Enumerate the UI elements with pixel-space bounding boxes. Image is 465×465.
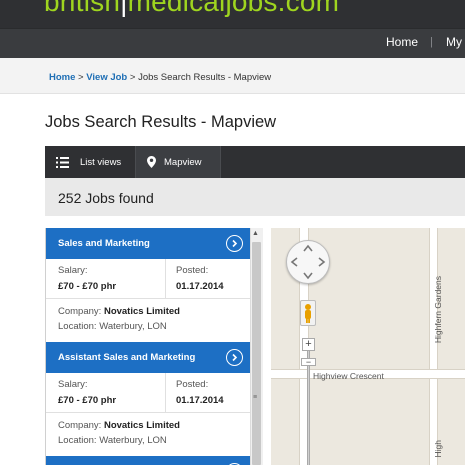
location-value: Waterbury, LON: [99, 321, 167, 332]
location-label: Location:: [58, 435, 97, 446]
logo-text-3: jobs.com: [225, 0, 340, 17]
logo-text-1: british: [44, 0, 121, 17]
map-pin-icon: [147, 156, 156, 168]
company-name: Novatics Limited: [103, 420, 180, 431]
posted-label: Posted:: [176, 265, 209, 276]
map-view[interactable]: Highview Crescent Highfern Gardens High …: [271, 228, 465, 465]
job-title[interactable]: Sales and Marketing: [58, 238, 150, 249]
posted-label: Posted:: [176, 379, 209, 390]
breadcrumb-home[interactable]: Home: [49, 72, 75, 83]
company-label: Company:: [58, 420, 102, 431]
job-title[interactable]: Assistant Sales and Marketing: [58, 352, 195, 363]
page-title: Jobs Search Results - Mapview: [45, 113, 277, 131]
zoom-slider-track[interactable]: [307, 351, 310, 465]
chevron-right-icon[interactable]: [226, 349, 243, 366]
breadcrumb-sep: >: [75, 72, 87, 83]
list-view-button[interactable]: List views: [45, 146, 135, 178]
location-line: Location: Waterbury, LON: [58, 435, 167, 446]
job-details: Salary: £70 - £70 phr Posted: 01.17.2014: [46, 373, 250, 413]
breadcrumb-current: Jobs Search Results - Mapview: [138, 72, 272, 83]
mapview-button[interactable]: Mapview: [136, 146, 220, 178]
salary-label: Salary:: [58, 265, 88, 276]
nav-my-account[interactable]: My: [446, 35, 462, 49]
breadcrumb-sep: >: [127, 72, 139, 83]
salary-value: £70 - £70 phr: [58, 395, 117, 406]
logo-stethoscope-icon: |: [120, 0, 128, 17]
posted-value: 01.17.2014: [176, 395, 224, 406]
scroll-up-arrow-icon[interactable]: ▲: [252, 230, 259, 237]
logo-text-2: medical: [127, 0, 226, 17]
street-view-pegman-icon[interactable]: [300, 300, 316, 326]
site-logo[interactable]: british|medicaljobs.com: [44, 0, 339, 18]
nav-separator: |: [430, 36, 433, 48]
zoom-in-button[interactable]: +: [302, 338, 315, 351]
pan-arrows-icon: [290, 244, 326, 280]
posted-value: 01.17.2014: [176, 281, 224, 292]
breadcrumb: Home > View Job > Jobs Search Results - …: [49, 72, 271, 83]
job-details: Salary: £70 - £70 phr Posted: 01.17.2014: [46, 259, 250, 299]
company-line: Company: Novatics Limited: [58, 420, 180, 431]
view-toolbar: List views Mapview: [45, 146, 465, 178]
breadcrumb-view-job[interactable]: View Job: [86, 72, 127, 83]
salary-label: Salary:: [58, 379, 88, 390]
salary-value: £70 - £70 phr: [58, 281, 117, 292]
list-view-label: List views: [80, 157, 122, 168]
list-icon: [56, 157, 69, 168]
location-label: Location:: [58, 321, 97, 332]
company-label: Company:: [58, 306, 102, 317]
mapview-label: Mapview: [164, 157, 202, 168]
job-header[interactable]: Sales and Marketing: [46, 228, 250, 259]
chevron-right-icon[interactable]: [226, 235, 243, 252]
street-label: Highview Crescent: [313, 371, 384, 381]
job-list: Sales and Marketing Salary: £70 - £70 ph…: [45, 228, 250, 465]
zoom-slider-handle[interactable]: −: [301, 358, 316, 367]
job-header[interactable]: [46, 456, 250, 465]
map-pan-control[interactable]: [286, 240, 330, 284]
street-label: Highfern Gardens: [433, 276, 443, 344]
scroll-grip-icon: ≡: [253, 394, 258, 401]
page: british|medicaljobs.com Home | My Home >…: [0, 0, 465, 465]
company-line: Company: Novatics Limited: [58, 306, 180, 317]
map-road: [429, 228, 438, 465]
nav-home[interactable]: Home: [386, 35, 418, 49]
results-count: 252 Jobs found: [58, 190, 154, 206]
toolbar-divider: [220, 146, 221, 178]
job-header[interactable]: Assistant Sales and Marketing: [46, 342, 250, 373]
location-value: Waterbury, LON: [99, 435, 167, 446]
street-label: High: [433, 440, 443, 458]
scrollbar-thumb[interactable]: [252, 242, 261, 465]
company-name: Novatics Limited: [103, 306, 180, 317]
location-line: Location: Waterbury, LON: [58, 321, 167, 332]
